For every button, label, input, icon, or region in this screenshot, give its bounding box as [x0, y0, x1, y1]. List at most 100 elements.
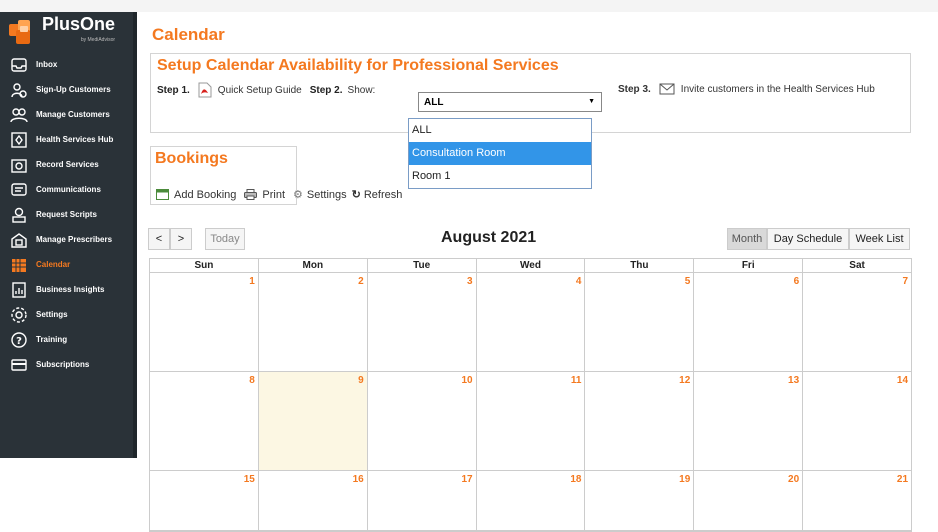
print-icon [244, 189, 258, 200]
sidebar-item-label: Settings [36, 310, 68, 319]
sidebar-item-label: Sign-Up Customers [36, 85, 111, 94]
sidebar-item-communications[interactable]: Communications [0, 177, 133, 202]
dropdown-option-all[interactable]: ALL [409, 119, 591, 142]
main-content: Calendar Setup Calendar Availability for… [141, 12, 938, 532]
day-number: 14 [896, 375, 909, 386]
day-number: 13 [788, 375, 800, 386]
sidebar-item-settings[interactable]: Settings [0, 302, 133, 327]
settings-button[interactable]: Settings [307, 189, 347, 201]
dropdown-option-room-1[interactable]: Room 1 [409, 165, 591, 188]
calendar-day-cell[interactable]: 12 [585, 372, 695, 470]
sidebar-item-business-insights[interactable]: Business Insights [0, 277, 133, 302]
calendar-day-cell[interactable]: 19 [585, 471, 695, 530]
day-number: 7 [902, 276, 909, 287]
day-number: 2 [358, 276, 364, 287]
calendar-day-cell[interactable]: 13 [694, 372, 804, 470]
add-booking-button[interactable]: Add Booking [174, 189, 236, 201]
calendar-day-cell[interactable]: 11 [477, 372, 586, 470]
calendar-day-cell[interactable]: 10 [368, 372, 477, 470]
day-number: 5 [684, 276, 691, 287]
day-number: 16 [352, 474, 364, 485]
month-title: August 2021 [441, 229, 537, 246]
settings-gear-icon: ⚙ [293, 189, 303, 201]
view-day-schedule-button[interactable]: Day Schedule [767, 228, 849, 250]
calendar-icon [10, 256, 28, 274]
sidebar-item-manage-customers[interactable]: Manage Customers [0, 102, 133, 127]
calendar-day-cell[interactable]: 4 [477, 273, 586, 371]
today-button[interactable]: Today [205, 228, 245, 250]
day-number: 4 [575, 276, 582, 287]
calendar-day-cell[interactable]: 8 [150, 372, 259, 470]
bookings-title: Bookings [155, 150, 228, 167]
calendar-day-cell[interactable]: 3 [368, 273, 477, 371]
calendar-day-cell[interactable]: 20 [694, 471, 804, 530]
day-number: 6 [793, 276, 800, 287]
quick-setup-guide-link[interactable]: Quick Setup Guide [218, 85, 302, 96]
calendar-day-cell[interactable]: 14 [803, 372, 911, 470]
weekday-header: Mon [259, 259, 368, 272]
print-button[interactable]: Print [262, 189, 285, 201]
view-week-list-button[interactable]: Week List [849, 228, 910, 250]
customers-icon [10, 106, 28, 124]
day-number: 15 [243, 474, 255, 485]
calendar-week-row: 8 9 10 11 12 13 14 [150, 372, 911, 471]
calendar-day-cell[interactable]: 17 [368, 471, 477, 530]
setup-title: Setup Calendar Availability for Professi… [157, 57, 559, 74]
calendar-day-cell[interactable]: 9 [258, 372, 368, 470]
weekday-header: Fri [694, 259, 804, 272]
inbox-icon [10, 56, 28, 74]
sidebar-item-health-services-hub[interactable]: Health Services Hub [0, 127, 133, 152]
room-select-value: ALL [424, 97, 444, 108]
select-arrow-icon: ▼ [588, 98, 595, 105]
room-select[interactable]: ALL ▼ [418, 92, 602, 112]
app-logo[interactable]: PlusOne by MediAdvisor [0, 12, 133, 52]
calendar-day-cell[interactable]: 7 [803, 273, 911, 371]
refresh-button[interactable]: Refresh [364, 189, 403, 201]
calendar-day-cell[interactable]: 15 [150, 471, 259, 530]
day-number: 18 [570, 474, 582, 485]
day-number: 9 [358, 375, 364, 386]
weekday-header: Sat [849, 260, 865, 271]
next-month-button[interactable]: > [170, 228, 192, 250]
day-number: 10 [461, 375, 473, 386]
svg-text:?: ? [16, 336, 22, 347]
calendar-day-cell[interactable]: 21 [803, 471, 911, 530]
sidebar-item-training[interactable]: ? Training [0, 327, 133, 352]
sidebar-item-inbox[interactable]: Inbox [0, 52, 133, 77]
sidebar-item-label: Record Services [36, 160, 99, 169]
browser-top-strip [0, 0, 938, 12]
sidebar-item-manage-prescribers[interactable]: Manage Prescribers [0, 227, 133, 252]
calendar-day-cell[interactable]: 16 [259, 471, 368, 530]
show-label: Show: [347, 84, 376, 96]
day-number: 12 [679, 375, 691, 386]
calendar-day-cell[interactable]: 2 [259, 273, 368, 371]
weekday-header: Tue [368, 259, 477, 272]
sidebar-item-calendar[interactable]: Calendar [0, 252, 133, 277]
sidebar-item-subscriptions[interactable]: Subscriptions [0, 352, 133, 377]
sidebar-item-label: Subscriptions [36, 360, 90, 369]
sidebar-item-record-services[interactable]: Record Services [0, 152, 133, 177]
insights-icon [10, 281, 28, 299]
dropdown-option-consultation-room[interactable]: Consultation Room [409, 142, 591, 165]
step1-label: Step 1. [157, 84, 190, 96]
invite-customers-link[interactable]: Invite customers in the Health Services … [681, 84, 875, 95]
calendar-day-cell[interactable]: 5 [585, 273, 695, 371]
sidebar-item-label: Request Scripts [36, 210, 97, 219]
view-month-button[interactable]: Month [727, 228, 767, 250]
prev-month-button[interactable]: < [148, 228, 170, 250]
sidebar-item-label: Manage Customers [36, 110, 110, 119]
calendar-day-cell[interactable]: 1 [150, 273, 259, 371]
weekday-header: Wed [477, 259, 586, 272]
scripts-icon [10, 206, 28, 224]
sidebar-item-label: Inbox [36, 60, 58, 69]
day-number: 21 [896, 474, 909, 485]
sidebar-item-request-scripts[interactable]: Request Scripts [0, 202, 133, 227]
weekday-header: Sun [150, 259, 259, 272]
calendar-day-cell[interactable]: 6 [694, 273, 804, 371]
training-icon: ? [10, 331, 28, 349]
sidebar-item-label: Health Services Hub [36, 135, 114, 144]
calendar-day-cell[interactable]: 18 [477, 471, 586, 530]
hub-icon [10, 131, 28, 149]
sidebar-item-sign-up-customers[interactable]: Sign-Up Customers [0, 77, 133, 102]
day-number: 3 [467, 276, 473, 287]
